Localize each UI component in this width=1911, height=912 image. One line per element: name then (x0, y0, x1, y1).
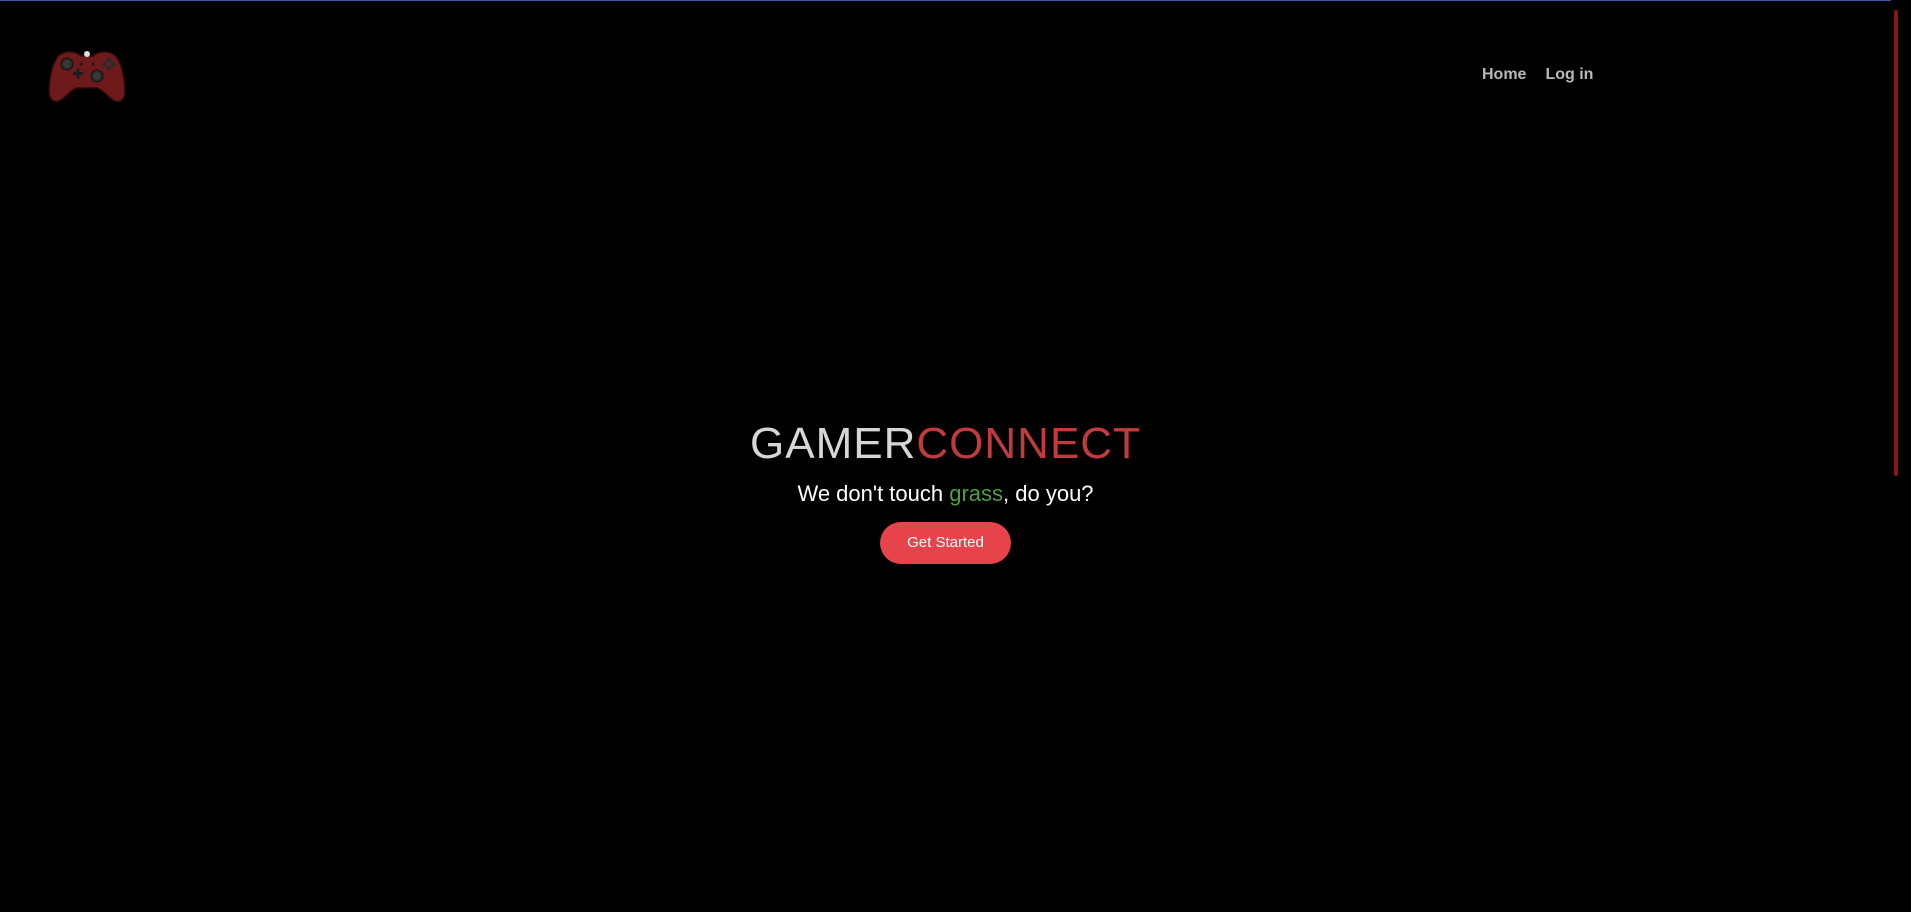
main-nav: Home Log in (1482, 66, 1593, 84)
tagline-before: We don't touch (797, 481, 950, 506)
hero-section: GAMERCONNECT We don't touch grass, do yo… (0, 418, 1891, 564)
nav-login-link[interactable]: Log in (1545, 66, 1593, 84)
gamepad-icon (48, 51, 126, 103)
tagline-after: , do you? (1003, 481, 1094, 506)
hero-title-part2: CONNECT (916, 419, 1141, 468)
scrollbar[interactable] (1891, 0, 1911, 912)
nav-home-link[interactable]: Home (1482, 66, 1526, 84)
tagline-highlight: grass (949, 481, 1004, 506)
scrollbar-thumb[interactable] (1894, 10, 1898, 476)
page: Home Log in GAMERCONNECT We don't touch … (0, 0, 1911, 912)
top-border (0, 0, 1911, 1)
hero-title: GAMERCONNECT (0, 418, 1891, 470)
logo[interactable] (47, 48, 127, 104)
hero-tagline: We don't touch grass, do you? (0, 480, 1891, 508)
get-started-button[interactable]: Get Started (880, 522, 1011, 564)
hero-title-part1: GAMER (750, 419, 917, 468)
